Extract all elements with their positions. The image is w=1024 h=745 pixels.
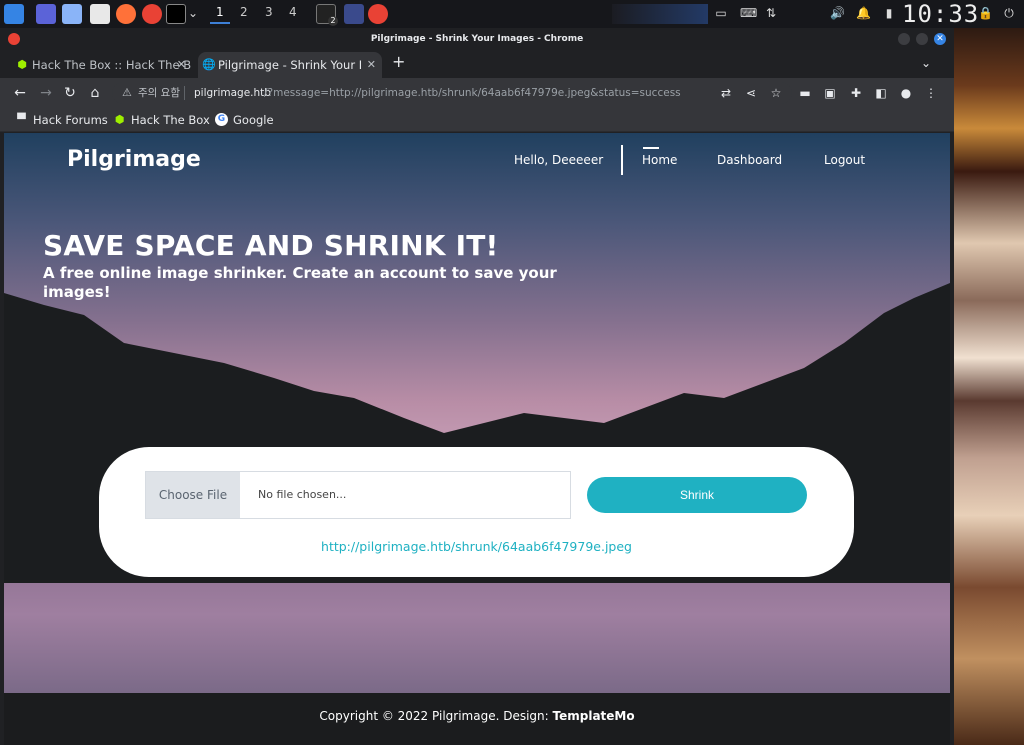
browser-window: Pilgrimage - Shrink Your Images - Chrome…: [0, 28, 954, 745]
bookmark-label: Hack Forums: [33, 113, 108, 127]
battery-icon[interactable]: ▮: [882, 6, 896, 20]
nav-home[interactable]: Home: [642, 153, 677, 167]
address-bar[interactable]: ⚠ 주의 요함 pilgrimage.htb /?message=http://…: [112, 82, 792, 104]
chevron-down-icon[interactable]: ⌄: [186, 6, 200, 20]
cpu-graph: [612, 4, 708, 24]
greeting-text: Hello, Deeeeer: [514, 153, 604, 167]
shrunk-image-link[interactable]: http://pilgrimage.htb/shrunk/64aab6f4797…: [99, 539, 854, 554]
active-indicator: [643, 147, 659, 149]
warning-icon[interactable]: ⚠: [122, 82, 132, 104]
window-chrome-icon[interactable]: [368, 4, 388, 24]
nav-logout[interactable]: Logout: [824, 153, 865, 167]
forward-button[interactable]: →: [37, 84, 55, 102]
tab-pilgrimage[interactable]: 🌐 Pilgrimage - Shrink Your I ✕: [198, 52, 382, 78]
extension-2-icon[interactable]: ▣: [822, 85, 838, 101]
window-title: Pilgrimage - Shrink Your Images - Chrome: [370, 34, 584, 44]
close-icon[interactable]: ✕: [177, 52, 186, 78]
bookmark-label: Google: [233, 113, 274, 127]
workspace-1[interactable]: 1: [210, 5, 230, 24]
globe-icon: 🌐: [202, 58, 216, 71]
bookmark-hackforums[interactable]: ▀ Hack Forums: [15, 112, 108, 128]
profile-icon[interactable]: ●: [898, 85, 914, 101]
security-label[interactable]: 주의 요함: [138, 82, 180, 104]
extension-icon[interactable]: ▬: [797, 85, 813, 101]
app-menu-icon[interactable]: [4, 4, 24, 24]
file-manager-icon[interactable]: [62, 4, 82, 24]
file-status: No file chosen...: [258, 488, 347, 501]
shrink-button[interactable]: Shrink: [587, 477, 807, 513]
keyboard-icon[interactable]: ⌨: [740, 6, 757, 20]
bookmark-hackthebox[interactable]: ⬢ Hack The Box: [113, 112, 210, 128]
display-icon[interactable]: ▭: [714, 6, 728, 20]
workspace-4[interactable]: 4: [289, 5, 297, 19]
page-viewport: Pilgrimage Hello, Deeeeer Home Dashboard…: [4, 133, 950, 745]
page-footer: Copyright © 2022 Pilgrimage. Design: Tem…: [4, 693, 950, 745]
window-titlebar: Pilgrimage - Shrink Your Images - Chrome…: [0, 28, 954, 50]
upload-card: Choose File No file chosen... Shrink htt…: [99, 447, 854, 577]
bookmark-star-icon[interactable]: ☆: [768, 85, 784, 101]
address-path[interactable]: /?message=http://pilgrimage.htb/shrunk/6…: [264, 82, 681, 104]
tab-search-icon[interactable]: ⌄: [921, 56, 931, 70]
file-input[interactable]: Choose File No file chosen...: [145, 471, 571, 519]
site-logo[interactable]: Pilgrimage: [67, 147, 201, 172]
footer-copyright: Copyright © 2022 Pilgrimage. Design:: [319, 709, 553, 723]
window-terminal-icon[interactable]: 2: [316, 4, 338, 26]
lock-icon[interactable]: 🔒: [978, 6, 993, 20]
workspace-3[interactable]: 3: [265, 5, 273, 19]
tab-hackthebox[interactable]: ⬢ Hack The Box :: Hack The B ✕: [12, 52, 192, 78]
firefox-icon[interactable]: [116, 4, 136, 24]
nav-divider: [621, 145, 623, 175]
new-tab-button[interactable]: +: [392, 52, 405, 71]
translate-icon[interactable]: ⇄: [718, 85, 734, 101]
volume-icon[interactable]: 🔊: [830, 6, 845, 20]
hero-title: SAVE SPACE AND SHRINK IT!: [43, 229, 499, 262]
chrome-icon[interactable]: [142, 4, 162, 24]
hero-section: Pilgrimage Hello, Deeeeer Home Dashboard…: [4, 133, 950, 693]
terminal-icon[interactable]: [166, 4, 186, 24]
text-editor-icon[interactable]: [90, 4, 110, 24]
puzzle-icon[interactable]: ✚: [848, 85, 864, 101]
hackthebox-favicon-icon: ⬢: [17, 58, 27, 71]
reload-button[interactable]: ↻: [61, 84, 79, 102]
maximize-button[interactable]: [916, 33, 928, 45]
bookmark-label: Hack The Box: [131, 113, 210, 127]
back-button[interactable]: ←: [11, 84, 29, 102]
clock[interactable]: 10:33: [902, 0, 979, 28]
home-button[interactable]: ⌂: [86, 84, 104, 102]
desktop-icon[interactable]: [36, 4, 56, 24]
hero-subtitle: A free online image shrinker. Create an …: [43, 264, 557, 301]
choose-file-button[interactable]: Choose File: [146, 472, 240, 518]
power-icon[interactable]: ⏻: [1002, 6, 1016, 20]
bookmarks-bar: ▀ Hack Forums ⬢ Hack The Box G Google: [0, 108, 954, 132]
share-icon[interactable]: ⋖: [743, 85, 759, 101]
hackthebox-icon: ⬢: [114, 113, 125, 126]
address-host[interactable]: pilgrimage.htb: [194, 82, 271, 104]
close-button[interactable]: ✕: [934, 33, 946, 45]
address-divider: [184, 86, 185, 100]
bookmark-google[interactable]: G Google: [215, 112, 274, 128]
browser-toolbar: ← → ↻ ⌂ ⚠ 주의 요함 pilgrimage.htb /?message…: [0, 78, 954, 108]
nav-dashboard[interactable]: Dashboard: [717, 153, 782, 167]
tab-label: Hack The Box :: Hack The B: [32, 58, 192, 72]
google-icon: G: [215, 113, 228, 126]
menu-icon[interactable]: ⋮: [923, 85, 939, 101]
workspace-2[interactable]: 2: [240, 5, 248, 19]
network-icon[interactable]: ⇅: [764, 6, 778, 20]
sidepanel-icon[interactable]: ◧: [873, 85, 889, 101]
footer-designer-link[interactable]: TemplateMo: [553, 709, 635, 723]
tab-strip: ⬢ Hack The Box :: Hack The B ✕ 🌐 Pilgrim…: [0, 50, 954, 78]
window-app-icon[interactable]: [344, 4, 364, 24]
hackforums-icon: ▀: [17, 113, 26, 126]
notification-icon[interactable]: 🔔: [856, 6, 871, 20]
tab-label: Pilgrimage - Shrink Your I: [218, 58, 363, 72]
chrome-logo-icon: [8, 33, 20, 45]
minimize-button[interactable]: [898, 33, 910, 45]
close-icon[interactable]: ✕: [367, 52, 376, 78]
desktop-wallpaper: [954, 28, 1024, 745]
window-count-badge: 2: [328, 16, 338, 26]
desktop-taskbar: ⌄ 1 2 3 4 2 ▭ ⌨ ⇅ 🔊 🔔 ▮ 10:33 🔒 ⏻: [0, 0, 1024, 28]
